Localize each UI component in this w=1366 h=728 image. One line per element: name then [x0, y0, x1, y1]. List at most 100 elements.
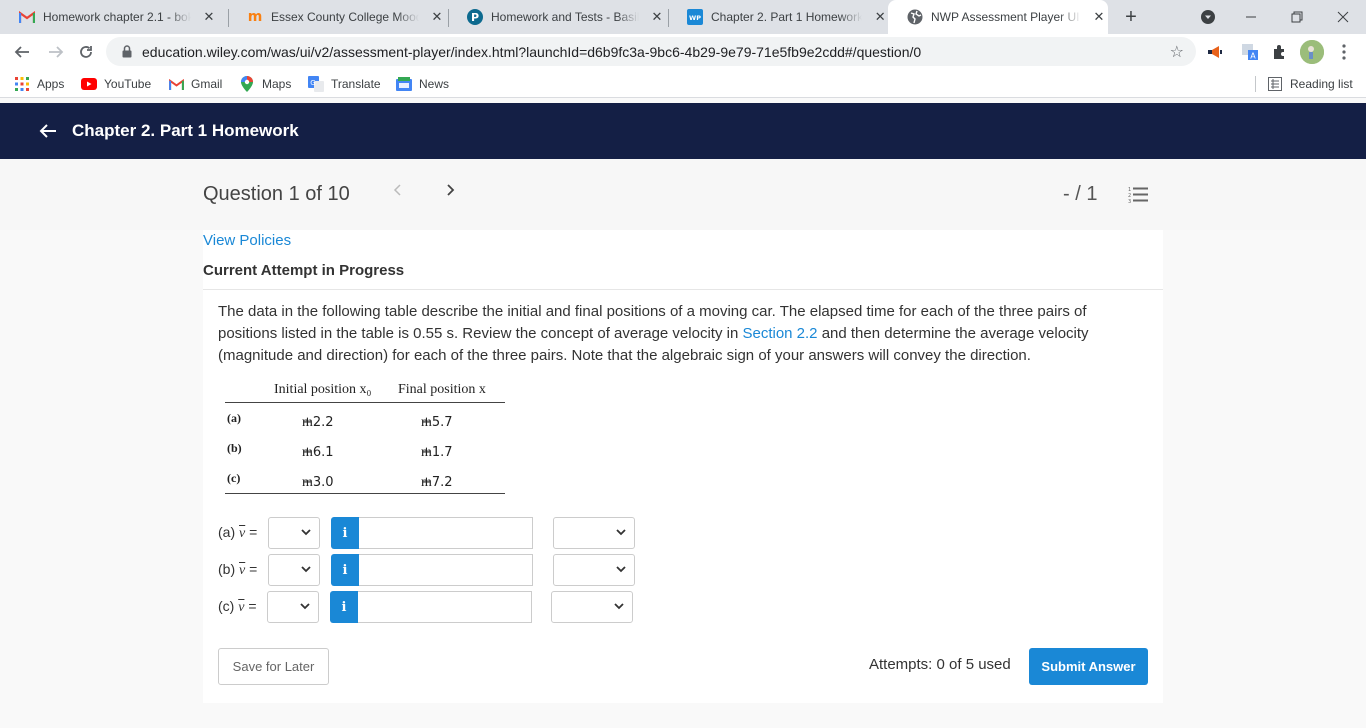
lock-icon	[120, 45, 134, 59]
avatar-image	[1300, 40, 1324, 64]
previous-question-button[interactable]	[392, 181, 402, 204]
column-header-initial: Initial position x₀	[274, 382, 372, 397]
chrome-menu-button[interactable]	[1334, 42, 1354, 62]
moodle-icon: m	[247, 9, 263, 25]
bookmark-youtube[interactable]: YouTube	[81, 70, 151, 98]
translate-icon: G	[308, 76, 324, 92]
browser-tab[interactable]: m Essex County College Moodle ✕	[228, 0, 448, 34]
new-tab-button[interactable]: +	[1119, 5, 1143, 29]
row-label: (a)	[227, 411, 241, 425]
tab-search-button[interactable]	[1185, 0, 1231, 34]
bookmark-news[interactable]: News	[396, 70, 449, 98]
browser-tab[interactable]: Homework chapter 2.1 - boki ✕	[0, 0, 228, 34]
close-tab-icon[interactable]: ✕	[1091, 9, 1107, 25]
answer-prefix: (b)	[218, 561, 236, 577]
url-text[interactable]: education.wiley.com/was/ui/v2/assessment…	[142, 44, 921, 60]
reading-list-label: Reading list	[1290, 77, 1353, 91]
question-navigation: Question 1 of 10 - / 1 1 2 3	[0, 159, 1366, 230]
chevron-down-icon	[614, 603, 624, 610]
chevron-down-icon	[616, 529, 626, 536]
close-window-button[interactable]	[1320, 0, 1366, 34]
answer-input[interactable]	[359, 554, 533, 586]
restore-button[interactable]	[1274, 0, 1320, 34]
reload-button[interactable]	[72, 39, 100, 65]
bookmark-label: Translate	[331, 77, 381, 91]
row-label: (c)	[227, 471, 241, 485]
browser-tab-active[interactable]: NWP Assessment Player UI Ap ✕	[888, 0, 1108, 34]
section-link[interactable]: Section 2.2	[742, 325, 817, 342]
close-tab-icon[interactable]: ✕	[872, 9, 888, 25]
view-policies-link[interactable]: View Policies	[203, 232, 291, 249]
bookmarks-separator	[1255, 76, 1256, 92]
minimize-button[interactable]	[1228, 0, 1274, 34]
attempts-counter: Attempts: 0 of 5 used	[869, 656, 1011, 673]
browser-tab[interactable]: P Homework and Tests - Basile ✕	[448, 0, 668, 34]
position-data-table: Initial position x₀ Final position x (a)…	[225, 380, 505, 494]
info-button[interactable]: i	[331, 554, 359, 586]
chevron-left-icon	[393, 184, 401, 196]
unit: m	[302, 475, 313, 490]
next-question-button[interactable]	[446, 181, 456, 204]
reading-list-button[interactable]: Reading list	[1267, 70, 1353, 98]
address-bar[interactable]: education.wiley.com/was/ui/v2/assessment…	[106, 37, 1196, 66]
svg-text:WP: WP	[689, 14, 701, 22]
svg-text:A: A	[1250, 52, 1256, 61]
gmail-icon	[19, 9, 35, 25]
units-select[interactable]	[553, 554, 635, 586]
assignment-title: Chapter 2. Part 1 Homework	[72, 121, 299, 140]
units-select[interactable]	[553, 517, 635, 549]
sign-select[interactable]	[268, 554, 320, 586]
youtube-icon	[81, 76, 97, 92]
answer-label: (b) v =	[218, 561, 257, 579]
bookmark-apps[interactable]: Apps	[14, 70, 64, 98]
kebab-menu-icon	[1342, 44, 1346, 60]
question-counter: Question 1 of 10	[203, 183, 350, 205]
reading-list-icon	[1267, 76, 1283, 92]
google-translate-extension-icon[interactable]: A	[1240, 42, 1260, 62]
question-list-button[interactable]: 1 2 3	[1128, 186, 1150, 205]
answer-prefix: (a)	[218, 524, 236, 540]
answer-input[interactable]	[358, 591, 532, 623]
close-tab-icon[interactable]: ✕	[201, 9, 217, 25]
submit-answer-button[interactable]: Submit Answer	[1029, 648, 1148, 685]
save-for-later-button[interactable]: Save for Later	[218, 648, 329, 685]
maps-pin-icon	[239, 76, 255, 92]
bookmark-translate[interactable]: G Translate	[308, 70, 381, 98]
globe-icon	[907, 9, 923, 25]
table-row: (c) −3.0 m +7.2 m	[225, 463, 505, 493]
velocity-symbol: v	[238, 600, 245, 615]
megaphone-extension-icon[interactable]	[1206, 42, 1226, 62]
sign-select[interactable]	[267, 591, 319, 623]
back-to-assignment-button[interactable]	[38, 121, 58, 141]
arrow-left-icon	[39, 124, 56, 138]
info-button[interactable]: i	[331, 517, 359, 549]
units-select[interactable]	[551, 591, 633, 623]
answer-row-c: (c) v = i	[218, 591, 638, 623]
close-tab-icon[interactable]: ✕	[429, 9, 445, 25]
sign-select[interactable]	[268, 517, 320, 549]
unit: m	[421, 415, 432, 430]
velocity-symbol: v	[239, 563, 246, 578]
puzzle-extensions-icon[interactable]	[1270, 42, 1290, 62]
browser-tab[interactable]: WP Chapter 2. Part 1 Homework ✕	[668, 0, 888, 34]
equals-sign: =	[249, 524, 258, 540]
question-score: - / 1	[1063, 183, 1098, 205]
browser-tab-strip: Homework chapter 2.1 - boki ✕ m Essex Co…	[0, 0, 1366, 34]
question-card: View Policies Current Attempt in Progres…	[203, 230, 1163, 703]
answer-input[interactable]	[359, 517, 533, 549]
bookmark-gmail[interactable]: Gmail	[168, 70, 222, 98]
bookmark-star-icon[interactable]: ☆	[1170, 42, 1184, 62]
answer-label: (c) v =	[218, 598, 257, 616]
row-label: (b)	[227, 441, 242, 455]
bookmark-maps[interactable]: Maps	[239, 70, 291, 98]
forward-button[interactable]	[42, 39, 70, 65]
question-text: The data in the following table describe…	[218, 301, 1138, 367]
close-tab-icon[interactable]: ✕	[649, 9, 665, 25]
profile-avatar[interactable]	[1300, 40, 1324, 64]
back-button[interactable]	[8, 39, 36, 65]
info-button[interactable]: i	[330, 591, 358, 623]
unit: m	[421, 445, 432, 460]
chevron-down-icon	[300, 603, 310, 610]
numbered-list-icon: 1 2 3	[1128, 187, 1148, 205]
table-header-row: Initial position x₀ Final position x	[225, 380, 505, 403]
